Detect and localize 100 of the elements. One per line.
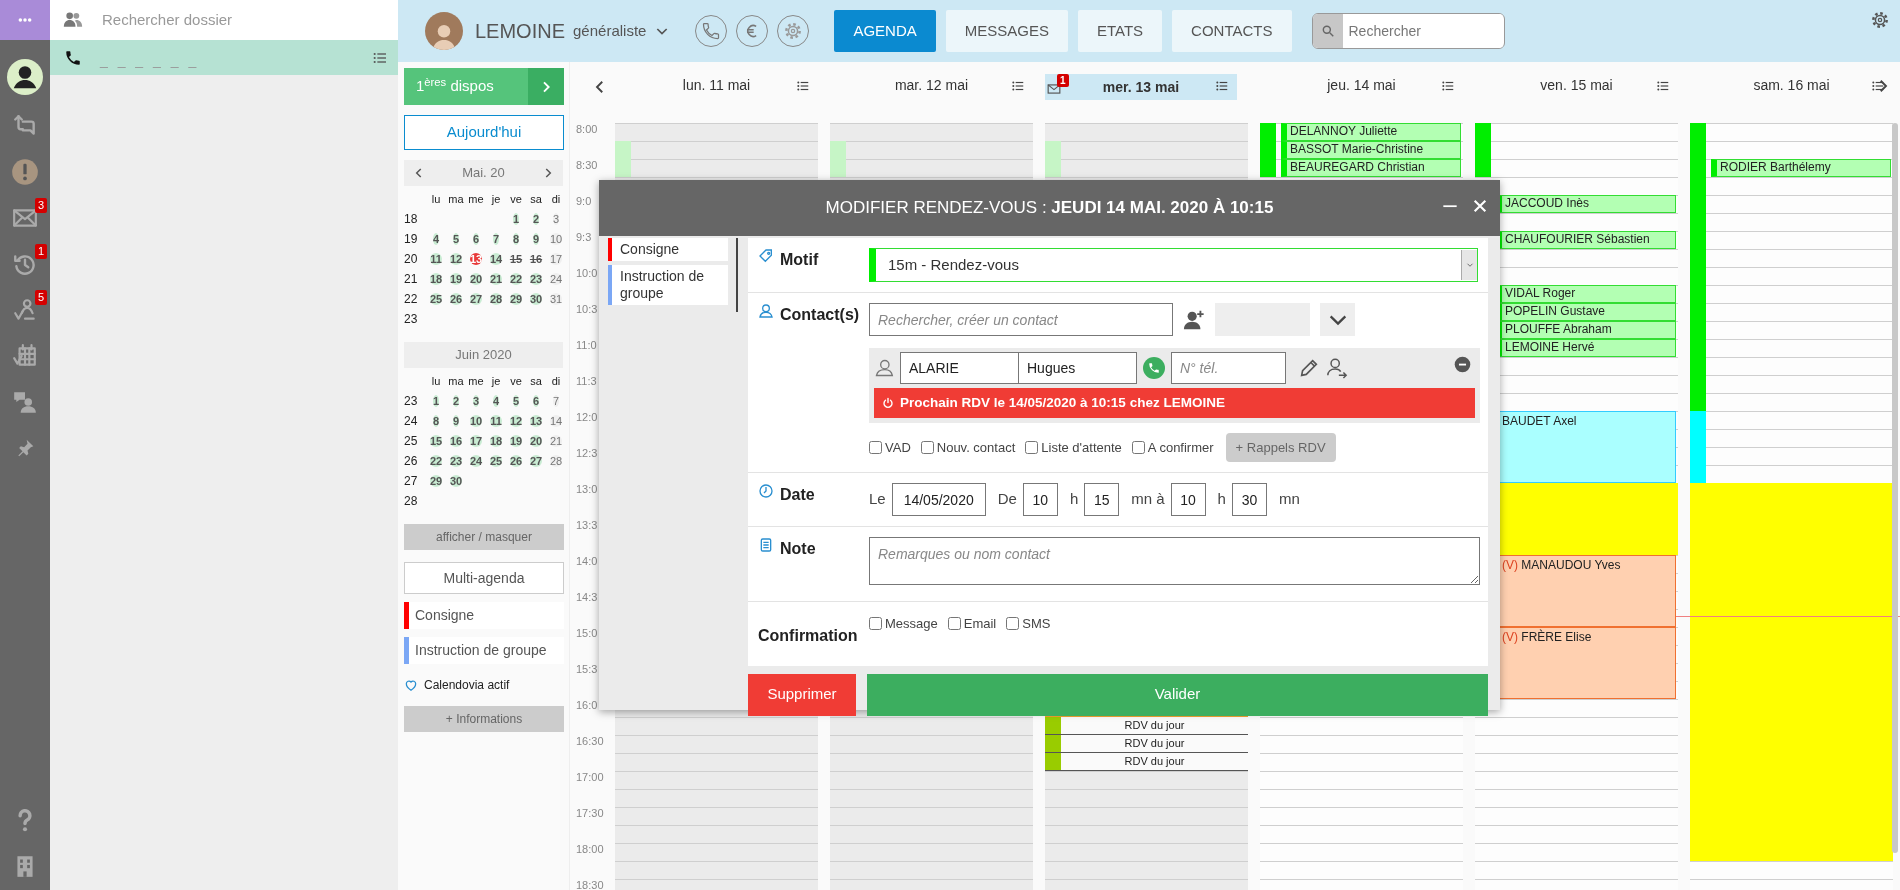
time-field[interactable]: 10 <box>1170 483 1206 516</box>
calendar-day[interactable]: 3 <box>472 395 480 407</box>
appointment-block[interactable]: RODIER Barthélemy <box>1711 159 1891 177</box>
calendar-day[interactable]: 29 <box>509 293 523 305</box>
time-field[interactable]: 15 <box>1084 483 1120 516</box>
calendar-day[interactable]: 3 <box>552 213 560 225</box>
day-header[interactable]: 1 mer. 13 mai <box>1045 74 1237 100</box>
person-arrow-icon[interactable] <box>1326 357 1348 379</box>
calendar-day[interactable]: 16 <box>449 435 463 447</box>
scrollbar[interactable] <box>1892 123 1898 853</box>
list-icon[interactable] <box>1441 79 1455 93</box>
calendar-day[interactable]: 15 <box>429 435 443 447</box>
day-header[interactable]: ven. 15 mai <box>1475 74 1678 96</box>
calendar-day[interactable]: 20 <box>469 273 483 285</box>
list-icon[interactable] <box>1656 79 1670 93</box>
appointment-block[interactable]: RDV du jour <box>1045 717 1248 735</box>
calendar-day[interactable]: 22 <box>509 273 523 285</box>
day-header[interactable]: sam. 16 mai <box>1690 74 1893 96</box>
calendar-day[interactable]: 8 <box>432 415 440 427</box>
tab[interactable]: MESSAGES <box>945 10 1068 52</box>
contact-search-field[interactable]: Rechercher, créer un contact <box>869 303 1173 336</box>
delete-button[interactable]: Supprimer <box>748 673 856 716</box>
phone-field[interactable]: N° tél. <box>1171 352 1286 384</box>
calendar-day[interactable]: 21 <box>549 435 563 447</box>
note-field[interactable]: Remarques ou nom contact <box>869 537 1480 585</box>
pencil-icon[interactable] <box>1298 357 1320 379</box>
dropdown-button[interactable] <box>1320 303 1355 336</box>
calendar-day[interactable]: 26 <box>509 455 523 467</box>
calendar-day[interactable]: 24 <box>469 455 483 467</box>
settings-icon[interactable] <box>1870 10 1890 30</box>
folder-search-field[interactable]: Rechercher dossier <box>100 7 380 33</box>
phone-icon[interactable] <box>64 48 82 67</box>
list-icon[interactable] <box>1011 79 1025 93</box>
calendar-day[interactable]: 19 <box>509 435 523 447</box>
date-field[interactable]: 14/05/2020 <box>891 483 986 516</box>
calendar-day[interactable]: 24 <box>549 273 563 285</box>
mail-icon[interactable] <box>1047 82 1061 96</box>
calendar-day[interactable]: 17 <box>549 253 563 265</box>
remove-icon[interactable] <box>1454 356 1471 373</box>
day-header[interactable]: jeu. 14 mai <box>1260 74 1463 96</box>
chat-icon[interactable] <box>12 389 38 415</box>
calendar-day[interactable]: 7 <box>492 233 500 245</box>
calendar-day[interactable]: 10 <box>469 415 483 427</box>
calendar-day[interactable]: 15 <box>509 253 523 265</box>
route-icon[interactable] <box>12 297 38 323</box>
calendar-day[interactable]: 11 <box>490 415 502 427</box>
time-field[interactable]: 30 <box>1231 483 1267 516</box>
tab[interactable]: AGENDA <box>834 10 936 52</box>
checkbox[interactable] <box>1131 441 1145 454</box>
today-button[interactable]: Aujourd'hui <box>404 115 564 150</box>
calendar-day[interactable]: 5 <box>452 233 460 245</box>
appointment-block[interactable]: BASSOT Marie-Christine <box>1281 141 1461 159</box>
search-bar[interactable]: Rechercher dossier <box>50 0 398 40</box>
appointment-block[interactable]: DELANNOY Juliette <box>1281 123 1461 141</box>
list-icon[interactable] <box>796 79 810 93</box>
checkbox[interactable] <box>1025 441 1039 454</box>
list-icon[interactable] <box>1871 79 1885 93</box>
first-name-field[interactable]: Hugues <box>1018 352 1137 384</box>
calendar-day[interactable]: 30 <box>529 293 543 305</box>
calendar-day[interactable]: 28 <box>549 455 563 467</box>
calendar-day[interactable]: 25 <box>429 293 443 305</box>
calendar-day[interactable]: 23 <box>529 273 543 285</box>
calendar-day[interactable]: 4 <box>432 233 440 245</box>
time-field[interactable]: 10 <box>1022 483 1058 516</box>
calendar-day[interactable]: 16 <box>529 253 543 265</box>
side-tab[interactable]: Consigne <box>608 238 728 261</box>
info-button[interactable]: + Informations <box>404 706 564 732</box>
tab[interactable]: CONTACTS <box>1172 10 1292 52</box>
motif-select[interactable]: 15m - Rendez-vous <box>869 248 1478 282</box>
calendar-day[interactable]: 20 <box>529 435 543 447</box>
calendar-day[interactable]: 5 <box>512 395 520 407</box>
calendar-day[interactable]: 31 <box>549 293 563 305</box>
calendar-day[interactable]: 9 <box>452 415 460 427</box>
checkbox[interactable] <box>869 441 882 454</box>
calendar-day[interactable]: 6 <box>532 395 540 407</box>
calendar-day[interactable]: 2 <box>532 213 540 225</box>
calendar-day[interactable]: 1 <box>512 213 520 225</box>
appointment-block[interactable]: BEAUREGARD Christian <box>1281 159 1461 177</box>
calendar-day[interactable]: 7 <box>552 395 560 407</box>
calendar-day[interactable]: 22 <box>429 455 443 467</box>
checkbox[interactable] <box>920 441 934 454</box>
reminders-button[interactable]: + Rappels RDV <box>1225 433 1336 462</box>
calendar-day[interactable]: 21 <box>489 273 503 285</box>
list-icon[interactable] <box>1215 79 1229 93</box>
calendar-day[interactable]: 2 <box>452 395 460 407</box>
checkbox[interactable] <box>947 616 961 630</box>
calendar-day[interactable]: 19 <box>449 273 463 285</box>
calendar-day[interactable]: 18 <box>429 273 443 285</box>
side-tab[interactable]: Instruction de groupe <box>608 265 728 305</box>
calendar-day[interactable]: 13 <box>469 253 483 265</box>
calendar-icon[interactable] <box>12 343 38 369</box>
calendar-day[interactable]: 26 <box>449 293 463 305</box>
calendar-day[interactable]: 27 <box>529 455 543 467</box>
calendar-day[interactable]: 29 <box>429 475 443 487</box>
checkbox[interactable] <box>1006 616 1020 630</box>
calendar-day[interactable]: 18 <box>489 435 503 447</box>
calendar-day[interactable]: 4 <box>492 395 500 407</box>
appointment-block[interactable]: RDV du jour <box>1045 735 1248 753</box>
calendar-day[interactable]: 28 <box>489 293 503 305</box>
day-header[interactable]: lun. 11 mai <box>615 74 818 96</box>
